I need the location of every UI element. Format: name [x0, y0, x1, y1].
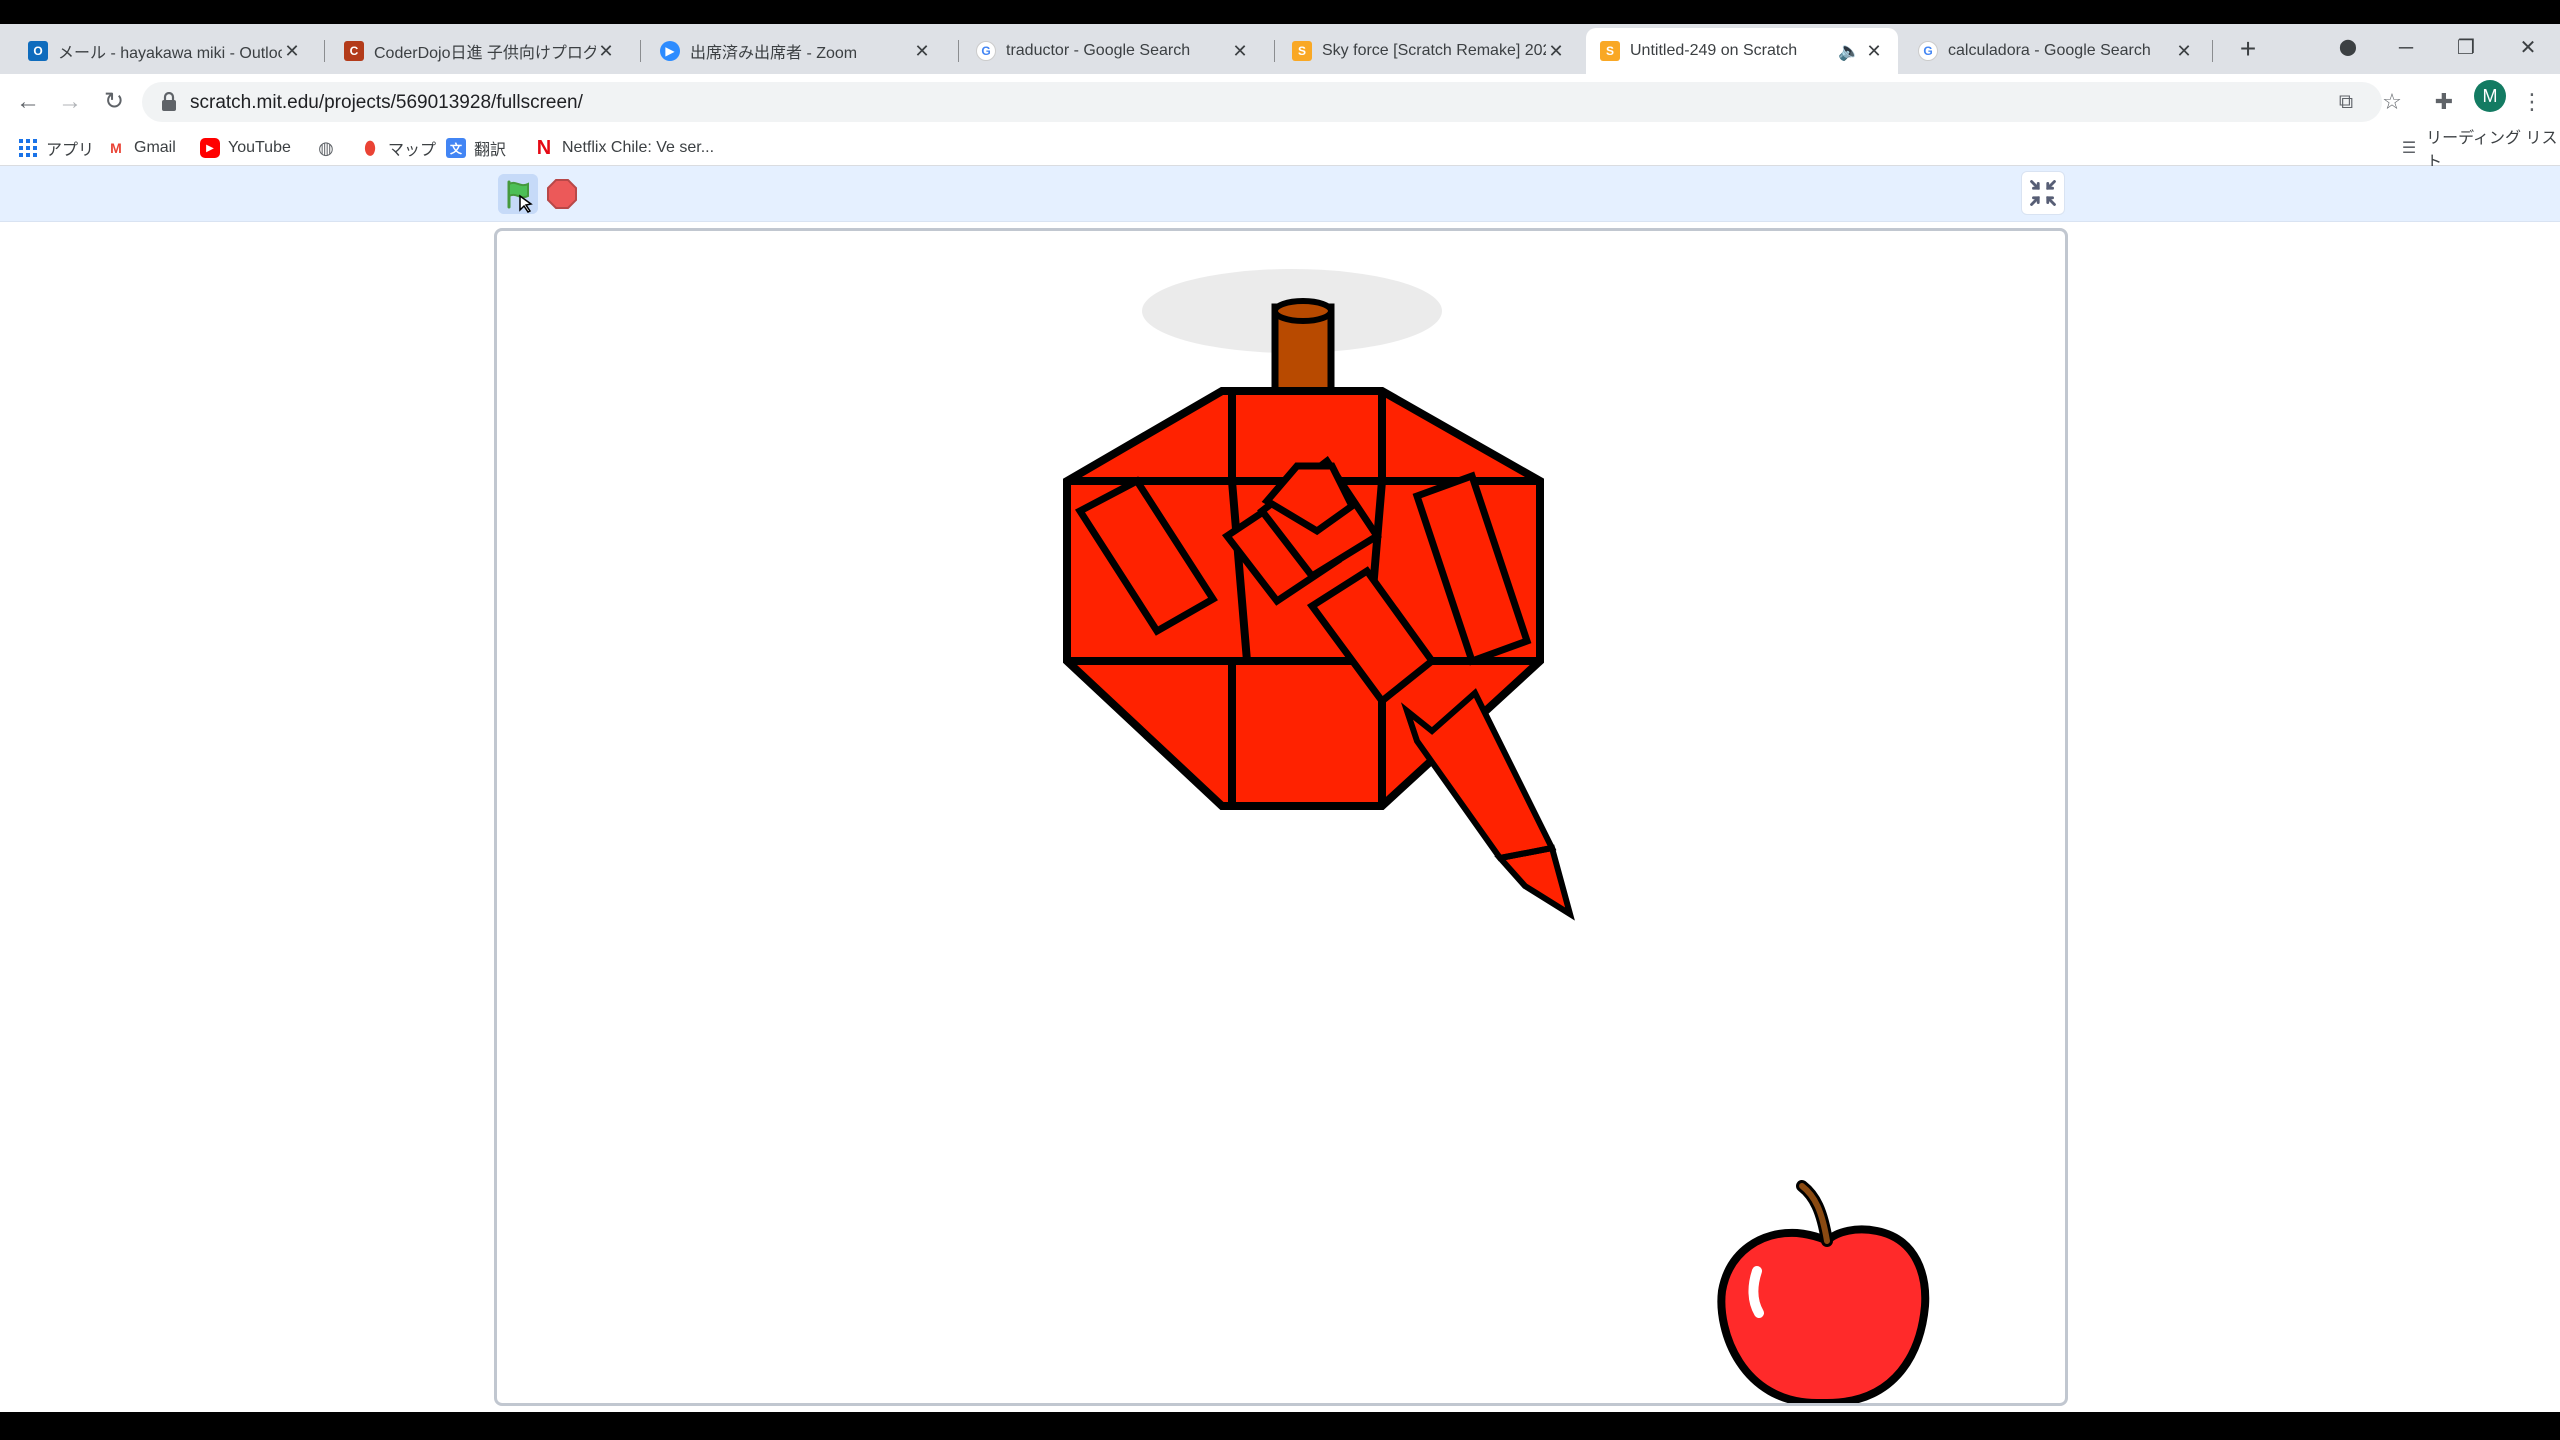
address-bar[interactable]: scratch.mit.edu/projects/569013928/fulls… [142, 82, 2382, 122]
youtube-icon: ▶ [200, 138, 220, 158]
close-icon[interactable]: ✕ [2174, 41, 2194, 61]
bookmark-label: Gmail [134, 139, 176, 156]
url-text: scratch.mit.edu/projects/569013928/fulls… [190, 92, 583, 113]
bookmark-maps[interactable]: ⬮ マップ [360, 136, 436, 160]
translate-page-icon[interactable]: ⧉ [2332, 88, 2360, 116]
close-icon[interactable]: ✕ [282, 41, 302, 61]
gmail-icon: M [110, 140, 122, 156]
speaker-icon[interactable]: 🔈 [1838, 41, 1860, 61]
zoom-icon: ▶ [660, 41, 680, 61]
bookmarks-bar: アプリ M Gmail ▶ YouTube ◍ ⬮ マップ 文 翻訳 N Net… [0, 130, 2560, 171]
translate-icon: 文 [446, 138, 466, 158]
browser-toolbar: ← → ↻ scratch.mit.edu/projects/569013928… [0, 74, 2560, 130]
netflix-icon: N [536, 136, 552, 159]
close-icon[interactable]: ✕ [1546, 41, 1566, 61]
restore-icon[interactable]: ❐ [2440, 30, 2492, 66]
red-apple-sprite [1717, 1180, 1930, 1403]
stop-sign-icon[interactable] [546, 178, 578, 210]
tab-zoom[interactable]: ▶ 出席済み出席者 - Zoom ✕ [646, 28, 946, 74]
bookmark-star-icon[interactable]: ☆ [2376, 86, 2408, 118]
tab-title: メール - hayakawa miki - Outlook [58, 45, 282, 62]
avatar[interactable]: M [2474, 80, 2506, 112]
lock-icon [162, 92, 176, 111]
close-icon[interactable]: ✕ [1230, 41, 1250, 61]
bookmark-globe[interactable]: ◍ [316, 136, 344, 160]
tab-traductor[interactable]: G traductor - Google Search ✕ [962, 28, 1264, 74]
green-flag-icon[interactable] [498, 174, 538, 214]
bookmark-youtube[interactable]: ▶ YouTube [200, 136, 291, 160]
bookmark-translate[interactable]: 文 翻訳 [446, 136, 506, 160]
extensions-puzzle-icon[interactable]: ✚ [2428, 86, 2460, 118]
reading-list[interactable]: ☰ リーディング リスト [2400, 130, 2560, 171]
outlook-icon: O [28, 41, 48, 61]
bookmark-label: アプリ [46, 142, 95, 159]
bottom-black-bar [0, 1412, 2560, 1440]
tab-title: Untitled-249 on Scratch [1630, 42, 1798, 59]
reload-icon[interactable]: ↻ [96, 84, 132, 120]
menu-kebab-icon[interactable]: ⋮ [2516, 86, 2548, 118]
new-tab-plus-icon[interactable]: + [2230, 32, 2266, 68]
tab-title: CoderDojo日進 子供向けプログラミ [374, 45, 596, 62]
bookmark-label: Netflix Chile: Ve ser... [562, 139, 715, 156]
tab-skyforce[interactable]: S Sky force [Scratch Remake] 2021 ✕ [1278, 28, 1580, 74]
bookmark-label: 翻訳 [474, 142, 507, 159]
minimize-icon[interactable]: ─ [2380, 30, 2432, 66]
tab-strip: O メール - hayakawa miki - Outlook ✕ C Code… [0, 24, 2560, 74]
tab-title: Sky force [Scratch Remake] 2021 [1322, 42, 1546, 59]
reading-list-icon: ☰ [2401, 140, 2417, 157]
tab-calculadora[interactable]: G calculadora - Google Search ✕ [1904, 28, 2208, 74]
tab-coderdojo[interactable]: C CoderDojo日進 子供向けプログラミ ✕ [330, 28, 630, 74]
scratch-icon: S [1600, 41, 1620, 61]
tab-title: calculadora - Google Search [1948, 42, 2151, 59]
bookmark-netflix[interactable]: N Netflix Chile: Ve ser... [534, 136, 714, 160]
window-close-icon[interactable]: ✕ [2502, 30, 2554, 66]
forward-arrow-icon[interactable]: → [52, 84, 88, 120]
close-icon[interactable]: ✕ [596, 41, 616, 61]
close-icon[interactable]: ✕ [912, 41, 932, 61]
exit-fullscreen-icon[interactable] [2021, 171, 2065, 215]
close-icon[interactable]: ✕ [1864, 41, 1884, 61]
bookmark-label: マップ [388, 142, 437, 159]
maps-icon: ⬮ [364, 137, 376, 158]
bookmark-apps[interactable]: アプリ [18, 136, 94, 160]
google-icon: G [1918, 41, 1938, 61]
tab-title: traductor - Google Search [1006, 42, 1191, 59]
player-controls-bar [0, 166, 2560, 222]
globe-icon: ◍ [318, 137, 334, 158]
tab-untitled-249[interactable]: S Untitled-249 on Scratch 🔈 ✕ [1586, 28, 1898, 74]
scratch-fullscreen-page [0, 166, 2560, 1412]
reading-list-label: リーディング リスト [2426, 130, 2558, 171]
scratch-icon: S [1292, 41, 1312, 61]
google-icon: G [976, 41, 996, 61]
bookmark-gmail[interactable]: M Gmail [106, 136, 176, 160]
tab-search-icon[interactable]: ⬤ [2322, 30, 2374, 66]
project-stage[interactable] [494, 228, 2068, 1406]
tab-outlook[interactable]: O メール - hayakawa miki - Outlook ✕ [14, 28, 316, 74]
apps-grid-icon [18, 138, 38, 158]
bookmark-label: YouTube [228, 139, 291, 156]
tab-title: 出席済み出席者 - Zoom [690, 45, 858, 62]
coderdojo-icon: C [344, 41, 364, 61]
back-arrow-icon[interactable]: ← [10, 84, 46, 120]
browser-window: O メール - hayakawa miki - Outlook ✕ C Code… [0, 0, 2560, 1440]
